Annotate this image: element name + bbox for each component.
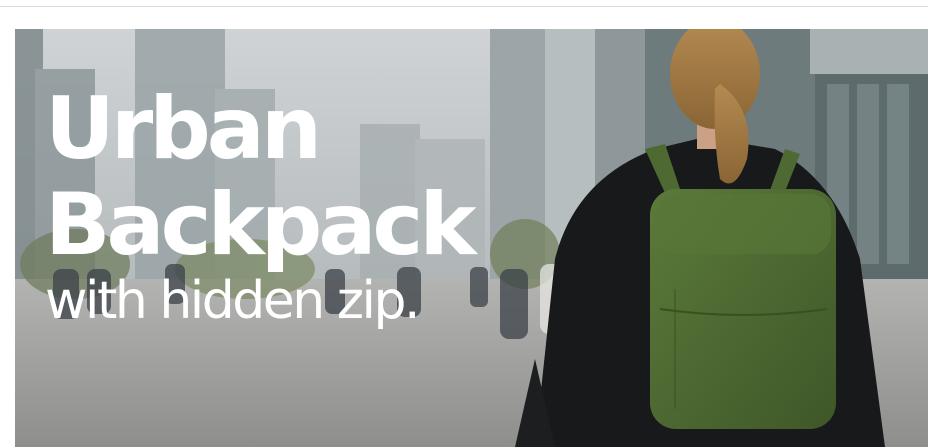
hero-subtitle: with hidden zip. [45,271,421,331]
top-divider [0,6,928,7]
hero-title-line2: Backpack [45,175,477,275]
hero-headline: Urban Backpack with hidden zip. [45,79,477,331]
hero-title-line1: Urban [45,79,322,179]
hero-banner[interactable]: Urban Backpack with hidden zip. [15,29,928,447]
